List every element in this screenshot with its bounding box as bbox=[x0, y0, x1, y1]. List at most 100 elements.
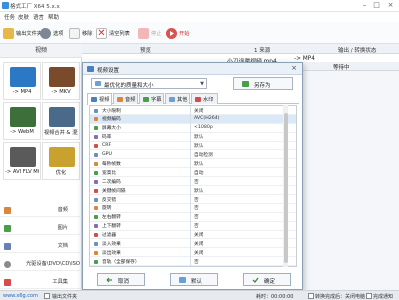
toolbox-icon bbox=[4, 279, 11, 286]
column-preview[interactable]: 预览 bbox=[140, 46, 151, 54]
settings-row[interactable]: 旋转 否 bbox=[90, 204, 296, 213]
website-url[interactable]: www.x6g.com bbox=[3, 293, 38, 299]
tile-mp4[interactable]: -> MP4 bbox=[3, 62, 41, 100]
setting-value[interactable]: 关闭 bbox=[194, 241, 203, 247]
output-folder-button[interactable]: 输出文件夹 bbox=[3, 25, 42, 41]
cancel-button[interactable]: 取消 bbox=[97, 273, 145, 286]
category-tools[interactable]: 工具集 bbox=[0, 276, 82, 289]
dialog-title-bar: 视频设置 × bbox=[83, 63, 302, 75]
menu-language[interactable]: 语言 bbox=[33, 13, 44, 21]
setting-icon bbox=[94, 233, 98, 238]
settings-row[interactable]: 过滤器 关闭 bbox=[90, 231, 296, 240]
setting-value[interactable]: 否 bbox=[194, 214, 199, 220]
tab-other[interactable]: 其他 bbox=[165, 93, 190, 104]
setting-value[interactable]: 否 bbox=[194, 179, 199, 185]
remove-icon bbox=[69, 27, 80, 39]
category-document[interactable]: 文档 bbox=[0, 240, 82, 253]
settings-row[interactable]: 码率 默认 bbox=[90, 133, 296, 142]
setting-value[interactable]: 自动检测 bbox=[194, 152, 213, 158]
setting-name: 关键帧间隔 bbox=[102, 188, 126, 194]
stop-button[interactable]: 停止 bbox=[138, 25, 161, 41]
maximize-icon[interactable]: □ bbox=[372, 2, 381, 10]
setting-name: CRF bbox=[102, 143, 112, 149]
tile-webm[interactable]: -> WebM bbox=[3, 102, 41, 140]
section-video-header[interactable]: 视频 bbox=[0, 44, 82, 58]
setting-value[interactable]: 关闭 bbox=[194, 108, 203, 114]
tab-audio[interactable]: 音频 bbox=[113, 93, 138, 104]
setting-icon bbox=[94, 250, 98, 255]
image-icon bbox=[4, 225, 11, 232]
setting-value[interactable]: 默认 bbox=[194, 143, 203, 149]
setting-name: 宽高比 bbox=[102, 170, 117, 176]
column-output[interactable]: 输出 / 转换状态 bbox=[338, 46, 376, 54]
category-disc-device[interactable]: 光驱设备\DVD\CD\ISO bbox=[0, 258, 82, 271]
profile-select[interactable]: 最优化的质量和大小 ▼ bbox=[91, 78, 207, 89]
tab-video[interactable]: 视频 bbox=[87, 93, 112, 105]
setting-name: 左右翻转 bbox=[102, 215, 121, 221]
setting-value[interactable]: AVC(H264) bbox=[194, 116, 220, 121]
category-image[interactable]: 图片 bbox=[0, 222, 82, 235]
settings-row[interactable]: 关键帧间隔 默认 bbox=[90, 186, 296, 195]
settings-row[interactable]: 二次编码 否 bbox=[90, 177, 296, 187]
settings-row[interactable]: 淡入效果 关闭 bbox=[90, 240, 296, 249]
clear-list-button[interactable]: ✕ 清空列表 bbox=[96, 25, 130, 41]
notify-checkbox[interactable] bbox=[366, 293, 372, 299]
start-button[interactable]: 开始 bbox=[166, 25, 189, 41]
settings-row[interactable]: 音轨（全部保存） 否 bbox=[90, 257, 296, 266]
settings-row[interactable]: 视频编码 AVC(H264) bbox=[90, 114, 296, 124]
settings-row[interactable]: 每秒帧数 默认 bbox=[90, 159, 296, 169]
settings-row[interactable]: 左右翻转 否 bbox=[90, 213, 296, 222]
close-icon[interactable]: × bbox=[386, 2, 395, 10]
menu-task[interactable]: 任务 bbox=[4, 13, 15, 21]
ok-button[interactable]: 确定 bbox=[243, 273, 291, 286]
settings-row[interactable]: 大小限制 关闭 bbox=[90, 106, 296, 115]
remove-button[interactable]: 移除 bbox=[69, 25, 92, 41]
save-as-button[interactable]: 另存为 bbox=[233, 77, 293, 90]
settings-row[interactable]: 反交错 否 bbox=[90, 195, 296, 204]
settings-scrollbar[interactable] bbox=[283, 105, 288, 267]
minimize-icon[interactable]: – bbox=[360, 2, 369, 10]
settings-row[interactable]: 屏幕大小 <1080p bbox=[90, 124, 296, 133]
settings-row[interactable]: GPU 自动检测 bbox=[90, 151, 296, 160]
after-convert-checkbox[interactable] bbox=[308, 293, 314, 299]
setting-value[interactable]: 默认 bbox=[194, 188, 203, 194]
settings-row[interactable]: 上下翻转 否 bbox=[90, 222, 296, 231]
setting-value[interactable]: 否 bbox=[194, 259, 199, 265]
settings-row[interactable]: 淡出效果 关闭 bbox=[90, 248, 296, 258]
tile-video-merge[interactable]: 视频合并 & 混流 bbox=[42, 102, 80, 140]
settings-row[interactable]: 宽高比 自动 bbox=[90, 168, 296, 178]
play-icon bbox=[166, 27, 177, 39]
settings-row[interactable]: CRF 默认 bbox=[90, 142, 296, 151]
setting-value[interactable]: 否 bbox=[194, 223, 199, 229]
tile-avi-flv-mov[interactable]: -> AVI FLV MOV Etc... bbox=[3, 142, 41, 180]
setting-name: GPU bbox=[102, 152, 112, 157]
tab-subtitle[interactable]: 字幕 bbox=[139, 93, 164, 104]
setting-value[interactable]: 默认 bbox=[194, 161, 203, 167]
merge-icon bbox=[49, 107, 75, 127]
dialog-close-icon[interactable]: × bbox=[289, 64, 299, 73]
menu-help[interactable]: 帮助 bbox=[48, 13, 59, 21]
clear-icon: ✕ bbox=[96, 27, 107, 39]
setting-name: 过滤器 bbox=[102, 233, 117, 239]
setting-value[interactable]: <1080p bbox=[194, 125, 213, 130]
setting-value[interactable]: 自动 bbox=[194, 170, 203, 176]
menu-skin[interactable]: 皮肤 bbox=[18, 13, 29, 21]
setting-value[interactable]: 否 bbox=[194, 205, 199, 211]
tile-optimize[interactable]: 优化 bbox=[42, 142, 80, 180]
tile-mkv[interactable]: -> MKV bbox=[42, 62, 80, 100]
setting-icon bbox=[94, 117, 98, 122]
setting-value[interactable]: 否 bbox=[194, 197, 199, 203]
default-button[interactable]: 默认 bbox=[170, 273, 218, 286]
setting-icon bbox=[94, 259, 98, 264]
scrollbar-thumb[interactable] bbox=[283, 113, 288, 263]
options-button[interactable]: 选项 bbox=[40, 25, 63, 41]
setting-value[interactable]: 关闭 bbox=[194, 232, 203, 238]
setting-value[interactable]: 关闭 bbox=[194, 250, 203, 256]
column-source[interactable]: 1 来源 bbox=[254, 46, 270, 54]
setting-value[interactable]: 默认 bbox=[194, 134, 203, 140]
webm-icon bbox=[10, 107, 36, 127]
output-folder-checkbox[interactable] bbox=[44, 293, 50, 299]
tab-watermark[interactable]: 水印 bbox=[191, 93, 218, 104]
column-divider bbox=[190, 106, 191, 266]
category-audio[interactable]: 音频 bbox=[0, 204, 82, 217]
